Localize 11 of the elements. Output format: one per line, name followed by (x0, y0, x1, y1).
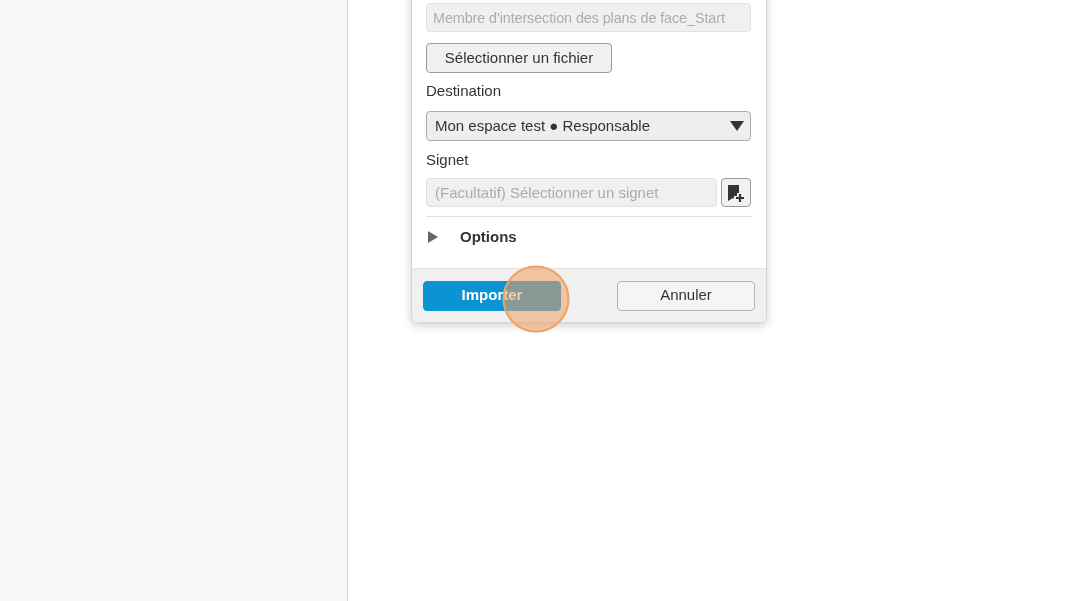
expand-arrow-icon (428, 231, 438, 243)
bookmark-plus-icon (727, 183, 745, 202)
add-bookmark-button[interactable] (721, 178, 751, 207)
select-file-button[interactable]: Sélectionner un fichier (426, 43, 612, 73)
bookmark-label: Signet (426, 151, 469, 169)
cancel-button[interactable]: Annuler (617, 280, 755, 311)
dropdown-caret-icon (730, 121, 744, 131)
destination-select[interactable]: Mon espace test ● Responsable (426, 111, 751, 141)
options-toggle[interactable]: Options (426, 217, 521, 257)
destination-label: Destination (426, 82, 502, 100)
bookmark-field[interactable]: (Facultatif) Sélectionner un signet (426, 178, 717, 207)
